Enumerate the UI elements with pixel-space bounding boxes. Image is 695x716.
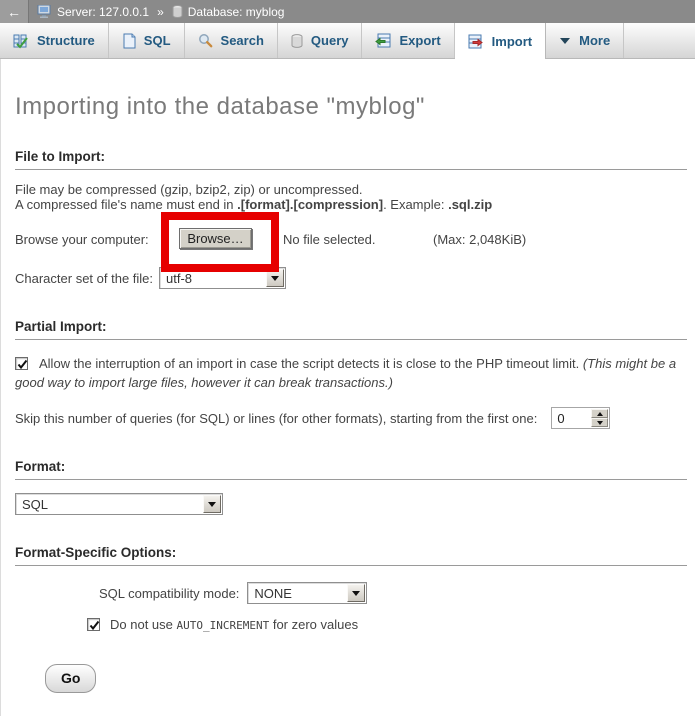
query-database-icon (291, 34, 303, 48)
sql-compatibility-row: SQL compatibility mode: NONE (99, 582, 689, 604)
tab-label: SQL (144, 33, 171, 48)
allow-interruption-checkbox[interactable] (15, 357, 28, 370)
breadcrumb-server-link[interactable]: Server: 127.0.0.1 (57, 5, 149, 19)
breadcrumb-database-link[interactable]: Database: myblog (188, 5, 285, 19)
dropdown-arrow-icon (203, 495, 221, 513)
database-icon (172, 5, 183, 18)
dropdown-arrow-icon (347, 584, 365, 602)
auto-increment-label: Do not use AUTO_INCREMENT for zero value… (110, 617, 358, 632)
auto-increment-keyword: AUTO_INCREMENT (177, 619, 270, 632)
format-compression-pattern: .[format].[compression] (237, 197, 383, 212)
chevron-down-icon (559, 37, 571, 45)
section-heading-file-to-import: File to Import: (15, 149, 687, 170)
format-row: SQL (15, 493, 689, 515)
sql-compatibility-select[interactable]: NONE (247, 582, 367, 604)
sql-file-icon (122, 33, 136, 49)
phpmyadmin-import-page: ← Server: 127.0.0.1 » Database: myblog S… (0, 0, 695, 716)
auto-increment-checkbox[interactable] (87, 618, 100, 631)
tab-bar: Structure SQL Search Query Export (0, 23, 695, 59)
breadcrumb: Server: 127.0.0.1 » Database: myblog (37, 5, 284, 19)
page-title: Importing into the database "myblog" (15, 59, 689, 121)
format-selected-value: SQL (16, 494, 202, 514)
import-icon (468, 34, 484, 49)
structure-icon (13, 33, 29, 49)
tab-export[interactable]: Export (362, 23, 454, 58)
back-button[interactable]: ← (0, 0, 29, 23)
tab-label: Structure (37, 33, 95, 48)
allow-interruption-row: Allow the interruption of an import in c… (15, 354, 689, 392)
go-button[interactable]: Go (45, 664, 96, 693)
section-heading-format: Format: (15, 459, 687, 480)
tab-sql[interactable]: SQL (109, 23, 185, 58)
export-icon (375, 33, 391, 48)
back-arrow-icon: ← (7, 4, 21, 20)
skip-queries-value: 0 (553, 409, 591, 427)
stepper-buttons (591, 409, 608, 427)
breadcrumb-separator: » (157, 5, 164, 19)
tab-more[interactable]: More (546, 23, 624, 58)
tab-import[interactable]: Import (455, 23, 546, 59)
stepper-down-button[interactable] (591, 418, 608, 427)
tab-label: Search (221, 33, 264, 48)
example-extension: .sql.zip (448, 197, 492, 212)
section-heading-partial-import: Partial Import: (15, 319, 687, 340)
main-content: Importing into the database "myblog" Fil… (0, 59, 695, 716)
charset-label: Character set of the file: (15, 271, 153, 286)
format-select[interactable]: SQL (15, 493, 223, 515)
server-icon (37, 5, 52, 18)
auto-increment-row: Do not use AUTO_INCREMENT for zero value… (87, 617, 689, 632)
compression-help-text: File may be compressed (gzip, bzip2, zip… (15, 182, 689, 212)
browse-button[interactable]: Browse… (179, 228, 252, 249)
compression-line2: A compressed file's name must end in .[f… (15, 197, 689, 212)
tab-search[interactable]: Search (185, 23, 278, 58)
tab-label: Export (399, 33, 440, 48)
stepper-up-button[interactable] (591, 409, 608, 418)
tab-structure[interactable]: Structure (0, 23, 109, 58)
max-upload-size-text: (Max: 2,048KiB) (433, 232, 526, 247)
charset-row: Character set of the file: utf-8 (15, 267, 689, 289)
skip-queries-row: Skip this number of queries (for SQL) or… (15, 407, 689, 429)
no-file-selected-text: No file selected. (283, 232, 376, 247)
tab-label: More (579, 33, 610, 48)
skip-queries-stepper[interactable]: 0 (551, 407, 610, 429)
tab-query[interactable]: Query (278, 23, 363, 58)
dropdown-arrow-icon (266, 269, 284, 287)
search-icon (198, 33, 213, 48)
sql-compatibility-label: SQL compatibility mode: (99, 586, 239, 601)
up-arrow-icon (597, 412, 603, 416)
allow-interruption-label: Allow the interruption of an import in c… (39, 356, 583, 371)
down-arrow-icon (597, 421, 603, 425)
sql-compatibility-value: NONE (248, 583, 346, 603)
compression-line1: File may be compressed (gzip, bzip2, zip… (15, 182, 689, 197)
tab-label: Query (311, 33, 349, 48)
tab-label: Import (492, 34, 532, 49)
section-heading-format-specific: Format-Specific Options: (15, 545, 687, 566)
skip-queries-label: Skip this number of queries (for SQL) or… (15, 411, 537, 426)
browse-label: Browse your computer: (15, 232, 149, 247)
charset-selected-value: utf-8 (160, 268, 265, 288)
file-upload-row: Browse your computer: Browse… No file se… (15, 228, 689, 250)
breadcrumb-bar: ← Server: 127.0.0.1 » Database: myblog (0, 0, 695, 23)
charset-select[interactable]: utf-8 (159, 267, 286, 289)
